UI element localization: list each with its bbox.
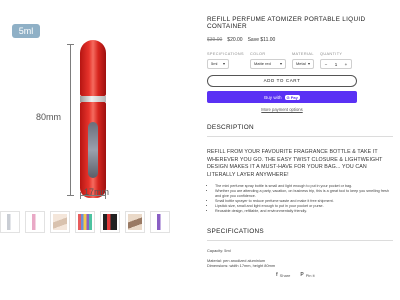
specifications-value: 5ml — [211, 61, 218, 66]
color-value: Matte red — [253, 61, 271, 66]
chevron-down-icon: ▾ — [222, 61, 225, 66]
option-material: MATERIAL Metal ▾ — [291, 52, 314, 69]
description-intro: REFILL FROM YOUR FAVOURITE FRAGRANCE BOT… — [207, 149, 383, 178]
bottle-dark-thumb — [103, 214, 117, 230]
specifications-heading: SPECIFICATIONS — [207, 228, 264, 236]
bottle-hand-thumb — [53, 214, 67, 230]
gpay-logo-icon: G Pay — [284, 94, 300, 100]
sale-price: $20.00 — [227, 37, 243, 43]
material-select[interactable]: Metal ▾ — [291, 59, 314, 69]
quantity-value[interactable]: 1 — [331, 62, 341, 67]
description-bullets: The mini perfume spray bottle is small a… — [207, 184, 393, 214]
variant-options: SPECIFICATIONS 5ml ▾ COLOR Matte red ▾ M… — [207, 52, 393, 69]
bottle-multi-thumb — [78, 214, 92, 230]
buy-now-label: Buy with — [264, 94, 282, 100]
perfume-bottle-illustration — [80, 40, 106, 198]
chevron-down-icon: ▾ — [307, 61, 310, 66]
thumbnail-strip — [0, 211, 194, 233]
bottle-pink-thumb — [28, 214, 42, 230]
thumbnail-4[interactable] — [75, 211, 95, 233]
thumbnail-3[interactable] — [50, 211, 70, 233]
more-payment-options-link[interactable]: More payment options — [207, 107, 357, 112]
thumbnail-2[interactable] — [25, 211, 45, 233]
product-title: REFILL PERFUME ATOMIZER PORTABLE LIQUID … — [207, 16, 366, 30]
pin-label: Pin it — [305, 272, 315, 278]
product-main-image[interactable]: 5ml 80mm 17mm — [0, 14, 194, 204]
option-label: COLOR — [249, 52, 266, 56]
spec-dimensions: Dimensions: width 17mm, height 80mm — [207, 263, 276, 269]
chevron-down-icon: ▾ — [279, 61, 282, 66]
quantity-stepper: − 1 + — [319, 59, 352, 69]
facebook-icon: f — [276, 272, 278, 278]
height-label: 80mm — [36, 112, 62, 122]
thumbnail-7[interactable] — [150, 211, 170, 233]
option-label: SPECIFICATIONS — [207, 52, 244, 56]
specifications-select[interactable]: 5ml ▾ — [207, 59, 229, 69]
description-heading: DESCRIPTION — [207, 124, 254, 131]
bottle-silver-thumb — [3, 214, 17, 230]
material-value: Metal — [295, 61, 306, 66]
height-dimension-line — [67, 44, 74, 196]
quantity-minus-button[interactable]: − — [321, 62, 331, 67]
quantity-plus-button[interactable]: + — [341, 62, 351, 67]
price-row: $39.00 $20.00 Save $11.00 — [207, 37, 393, 43]
spec-capacity: Capacity: 5ml — [207, 248, 231, 254]
option-color: COLOR Matte red ▾ — [249, 52, 286, 69]
bottle-purple-thumb — [153, 214, 167, 230]
list-item: Reusable design, refillable, and environ… — [215, 209, 393, 214]
thumbnail-5[interactable] — [100, 211, 120, 233]
list-item: Whether you are attending a party, vacat… — [215, 189, 393, 199]
divider — [207, 136, 393, 137]
compare-at-price: $39.00 — [207, 37, 223, 43]
option-label: QUANTITY — [319, 52, 343, 56]
pinterest-icon: P — [300, 272, 304, 278]
size-badge: 5ml — [12, 24, 40, 38]
product-details: REFILL PERFUME ATOMIZER PORTABLE LIQUID … — [207, 16, 393, 269]
save-amount: Save $11.00 — [247, 37, 276, 43]
width-label: 17mm — [84, 187, 110, 197]
share-facebook-link[interactable]: f Share — [276, 272, 290, 278]
share-pinterest-link[interactable]: P Pin it — [300, 272, 314, 278]
bottle-window — [88, 122, 98, 178]
bottle-hand-dark-thumb — [128, 214, 142, 230]
thumbnail-1[interactable] — [0, 211, 20, 233]
option-specifications: SPECIFICATIONS 5ml ▾ — [207, 52, 244, 69]
share-label: Share — [279, 272, 291, 278]
option-quantity: QUANTITY − 1 + — [319, 52, 352, 69]
color-select[interactable]: Matte red ▾ — [249, 59, 286, 69]
divider — [207, 240, 393, 242]
add-to-cart-button[interactable]: ADD TO CART — [207, 75, 357, 87]
bottle-cap — [80, 40, 106, 96]
thumbnail-6[interactable] — [125, 211, 145, 233]
option-label: MATERIAL — [291, 52, 314, 56]
share-bar: f Share P Pin it — [276, 272, 315, 278]
buy-now-button[interactable]: Buy with G Pay — [207, 91, 357, 103]
